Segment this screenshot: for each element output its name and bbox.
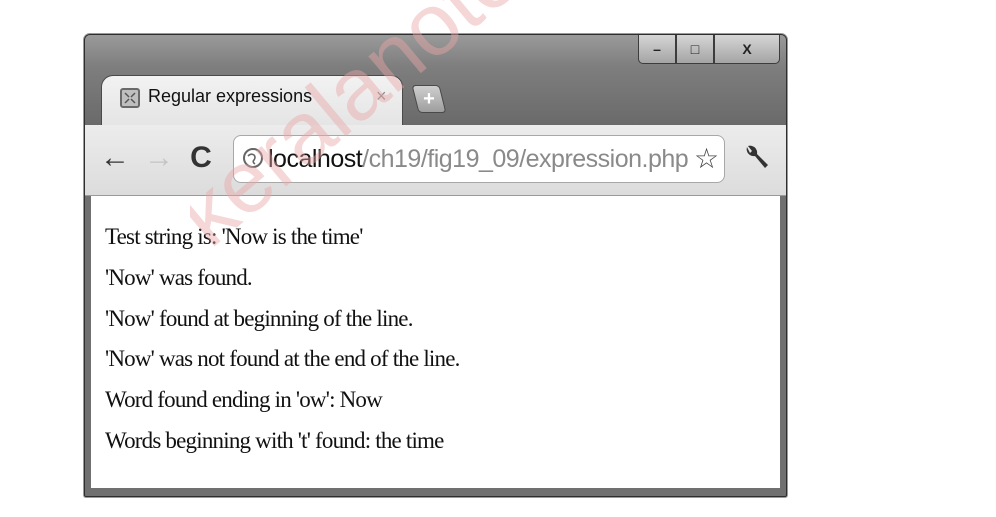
- reload-button[interactable]: C: [185, 139, 217, 177]
- minimize-button[interactable]: –: [638, 35, 676, 64]
- bookmark-star-icon[interactable]: ☆: [694, 142, 719, 175]
- result-line-test-string: Test string is: 'Now is the time': [105, 224, 363, 249]
- wrench-icon[interactable]: [739, 141, 773, 175]
- globe-icon: [243, 148, 263, 168]
- close-window-button[interactable]: X: [714, 35, 780, 64]
- result-line-end: 'Now' was not found at the end of the li…: [105, 346, 460, 371]
- page-icon: [120, 88, 140, 108]
- url-host: localhost: [268, 145, 363, 173]
- forward-arrow-icon: →: [144, 141, 174, 174]
- title-bar: – □ X Regular expressions × +: [85, 35, 786, 128]
- result-line-beginning: 'Now' found at beginning of the line.: [105, 306, 413, 331]
- address-bar[interactable]: localhost/ch19/fig19_09/expression.php ☆: [233, 135, 725, 183]
- back-button[interactable]: ←: [99, 139, 131, 177]
- maximize-icon: □: [690, 41, 700, 57]
- tab-close-icon[interactable]: ×: [376, 86, 387, 107]
- tab-title: Regular expressions: [148, 86, 313, 106]
- minimize-icon: –: [653, 41, 661, 57]
- url-text: localhost/ch19/fig19_09/expression.php: [268, 145, 689, 174]
- window-controls: – □ X: [638, 35, 780, 73]
- forward-button[interactable]: →: [143, 139, 175, 177]
- result-line-found: 'Now' was found.: [105, 265, 253, 290]
- maximize-button[interactable]: □: [676, 35, 714, 64]
- reload-icon: C: [190, 141, 212, 174]
- close-icon: X: [742, 41, 752, 57]
- back-arrow-icon: ←: [100, 141, 130, 174]
- page-content: Test string is: 'Now is the time' 'Now' …: [91, 196, 780, 488]
- new-tab-button[interactable]: +: [411, 85, 447, 113]
- url-path: /ch19/fig19_09/expression.php: [362, 145, 689, 173]
- browser-window: – □ X Regular expressions × + ← → C loca…: [84, 34, 787, 497]
- result-line-ending-ow: Word found ending in 'ow': Now: [105, 387, 383, 412]
- browser-toolbar: ← → C localhost/ch19/fig19_09/expression…: [85, 125, 786, 196]
- tab-regular-expressions[interactable]: Regular expressions ×: [101, 75, 403, 128]
- plus-icon: +: [423, 87, 435, 110]
- result-line-beginning-t: Words beginning with 't' found: the time: [105, 428, 444, 453]
